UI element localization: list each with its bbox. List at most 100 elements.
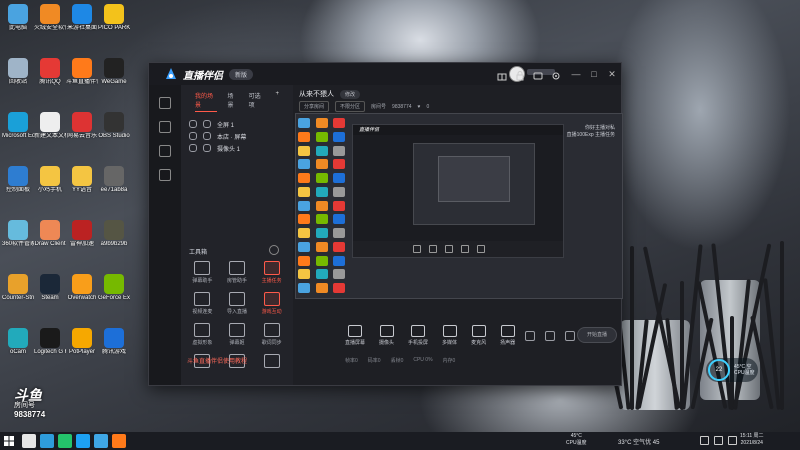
weather-widget[interactable]: 33°C 空气优 45 — [618, 437, 659, 446]
add-scene-button[interactable]: + — [275, 91, 279, 112]
desktop-icon[interactable]: 此电脑 — [2, 4, 34, 32]
lock-icon[interactable] — [203, 132, 211, 140]
category-button[interactable]: 不限分区 — [335, 101, 366, 112]
desktop-icon[interactable]: Overwatch — [66, 274, 98, 302]
desktop-icon[interactable]: a9b9b29b — [98, 220, 130, 248]
toolbox-item[interactable]: 游戏互动 — [254, 292, 289, 315]
title-bar[interactable]: 直播伴侣 新版 — □ ✕ — [149, 63, 621, 85]
source-control-button[interactable]: 多媒体 — [442, 325, 457, 346]
camera-icon[interactable] — [525, 331, 535, 341]
desktop-icon[interactable]: 斗鱼直播伴侣 — [66, 58, 98, 86]
desktop-icon[interactable]: 腾讯游戏 — [98, 328, 130, 356]
source-control-button[interactable]: 摄像头 — [379, 325, 394, 346]
edit-room-button[interactable]: 修改 — [340, 89, 361, 99]
desktop-icon[interactable]: OBS Studio — [98, 112, 130, 140]
toolbox-item[interactable]: 歌词同步 — [254, 323, 289, 346]
desktop-icon[interactable]: PotPlayer — [66, 328, 98, 356]
toolbox-item[interactable]: 导入直播 — [220, 292, 255, 315]
tray-icon[interactable] — [700, 436, 709, 445]
network-icon[interactable] — [714, 436, 723, 445]
taskbar-cpu[interactable]: 45°C CPU温度 — [566, 433, 587, 447]
lock-icon[interactable] — [203, 120, 211, 128]
source-control-button[interactable]: 扬声器 — [500, 325, 515, 346]
grid-icon[interactable] — [159, 97, 171, 109]
wechat-icon[interactable] — [58, 434, 72, 448]
desktop-icon[interactable]: WeGame — [98, 58, 130, 86]
taskbar: 45°C CPU温度 33°C 空气优 45 15:11 周二 2021/8/2… — [0, 432, 800, 450]
start-live-button[interactable]: 开始直播 — [577, 327, 617, 343]
desktop-icon[interactable]: 回收站 — [2, 58, 34, 86]
desktop-icon[interactable]: 火绒安全软件 — [34, 4, 66, 32]
tutorial-link[interactable]: 斗鱼直播伴侣使用教程 — [187, 356, 247, 365]
message-icon[interactable] — [533, 68, 543, 80]
source-control-button[interactable]: 手机投屏 — [408, 325, 428, 346]
desktop-icon-label: 雷神加速 — [69, 241, 94, 247]
toolbox-collapse-button[interactable] — [269, 245, 279, 255]
desktop-icon[interactable]: 小鸡手机 — [34, 166, 66, 194]
preview-icon — [298, 145, 310, 156]
source-control-button[interactable]: 直播屏幕 — [345, 325, 365, 346]
toolbox-item[interactable]: 房管助手 — [220, 261, 255, 284]
desktop-icon[interactable]: 腾讯QQ — [34, 58, 66, 86]
desktop-icon[interactable]: YY语音 — [66, 166, 98, 194]
clock[interactable]: 15:11 周二 2021/8/24 — [740, 433, 764, 447]
eye-icon[interactable] — [189, 144, 197, 152]
close-button[interactable]: ✕ — [603, 63, 621, 85]
browser-icon[interactable] — [76, 434, 90, 448]
chat-icon[interactable] — [159, 145, 171, 157]
share-room-button[interactable]: 分享房间 — [299, 101, 330, 112]
source-item[interactable]: 全屏 1 — [185, 118, 289, 130]
tab-scenes[interactable]: 场景 — [227, 91, 238, 112]
source-item[interactable]: 摄像头 1 — [185, 142, 289, 154]
desktop-app-icon — [104, 220, 124, 240]
douyu-icon[interactable] — [112, 434, 126, 448]
cpu-widget[interactable]: 22 45°C 空 CPU温度 — [706, 358, 758, 382]
toolbox-item[interactable]: 弹幕姬 — [220, 323, 255, 346]
desktop-icon[interactable]: 新建文本文档 — [34, 112, 66, 140]
source-control-button[interactable]: 麦克风 — [471, 325, 486, 346]
settings-icon[interactable] — [551, 68, 561, 80]
desktop-icon[interactable]: 雷神加速 — [66, 220, 98, 248]
desktop-icon[interactable]: ee71ab8a — [98, 166, 130, 194]
stream-preview[interactable]: 直播伴侣 — [295, 113, 623, 299]
toolbox-item[interactable]: 视频连麦 — [185, 292, 220, 315]
search-icon[interactable] — [22, 434, 36, 448]
desktop-icon[interactable]: oCam — [2, 328, 34, 356]
taskview-icon[interactable] — [40, 434, 54, 448]
eye-icon[interactable] — [189, 120, 197, 128]
desktop-icon[interactable]: 网易云音乐 — [66, 112, 98, 140]
desktop-icon[interactable]: 米游社桌面 — [66, 4, 98, 32]
toolbox-item[interactable] — [254, 354, 289, 370]
desktop-icon[interactable]: PICO PARK — [98, 4, 130, 32]
maximize-button[interactable]: □ — [585, 63, 603, 85]
toolbox-item[interactable]: 虚拟形象 — [185, 323, 220, 346]
app-icon[interactable] — [94, 434, 108, 448]
start-button[interactable] — [0, 432, 18, 450]
settings-icon[interactable] — [565, 331, 575, 341]
lock-icon[interactable] — [515, 68, 525, 81]
tool-icon — [263, 323, 280, 337]
gift-icon[interactable] — [497, 68, 507, 81]
desktop-icon[interactable]: GeForce Experience — [98, 274, 130, 302]
toolbox-item[interactable]: 主播任务 — [254, 261, 289, 284]
desktop-icon-label: 此电脑 — [8, 25, 27, 31]
minimize-button[interactable]: — — [567, 63, 585, 85]
tab-my-scenes[interactable]: 我的场景 — [195, 91, 218, 112]
desktop-icon[interactable]: Steam — [34, 274, 66, 302]
help-icon[interactable] — [159, 169, 171, 181]
record-icon[interactable] — [545, 331, 555, 341]
desktop-icon[interactable]: 360软件管家 — [2, 220, 34, 248]
layers-icon[interactable] — [159, 121, 171, 133]
desktop-icon[interactable]: Counter-Strike Global Off — [2, 274, 34, 302]
source-item[interactable]: 本店 · 屏幕 — [185, 130, 289, 142]
toolbox-item[interactable]: 弹幕助手 — [185, 261, 220, 284]
desktop-icon[interactable]: 控制面板 — [2, 166, 34, 194]
lock-icon[interactable] — [203, 144, 211, 152]
desktop-icon[interactable]: Logitech G HUB — [34, 328, 66, 356]
tab-options[interactable]: 可选项 — [249, 91, 266, 112]
eye-icon[interactable] — [189, 132, 197, 140]
volume-icon[interactable] — [728, 436, 737, 445]
version-badge[interactable]: 新版 — [229, 68, 254, 80]
desktop-icon[interactable]: Draw Client — [34, 220, 66, 248]
desktop-icon[interactable]: Microsoft Edge — [2, 112, 34, 140]
